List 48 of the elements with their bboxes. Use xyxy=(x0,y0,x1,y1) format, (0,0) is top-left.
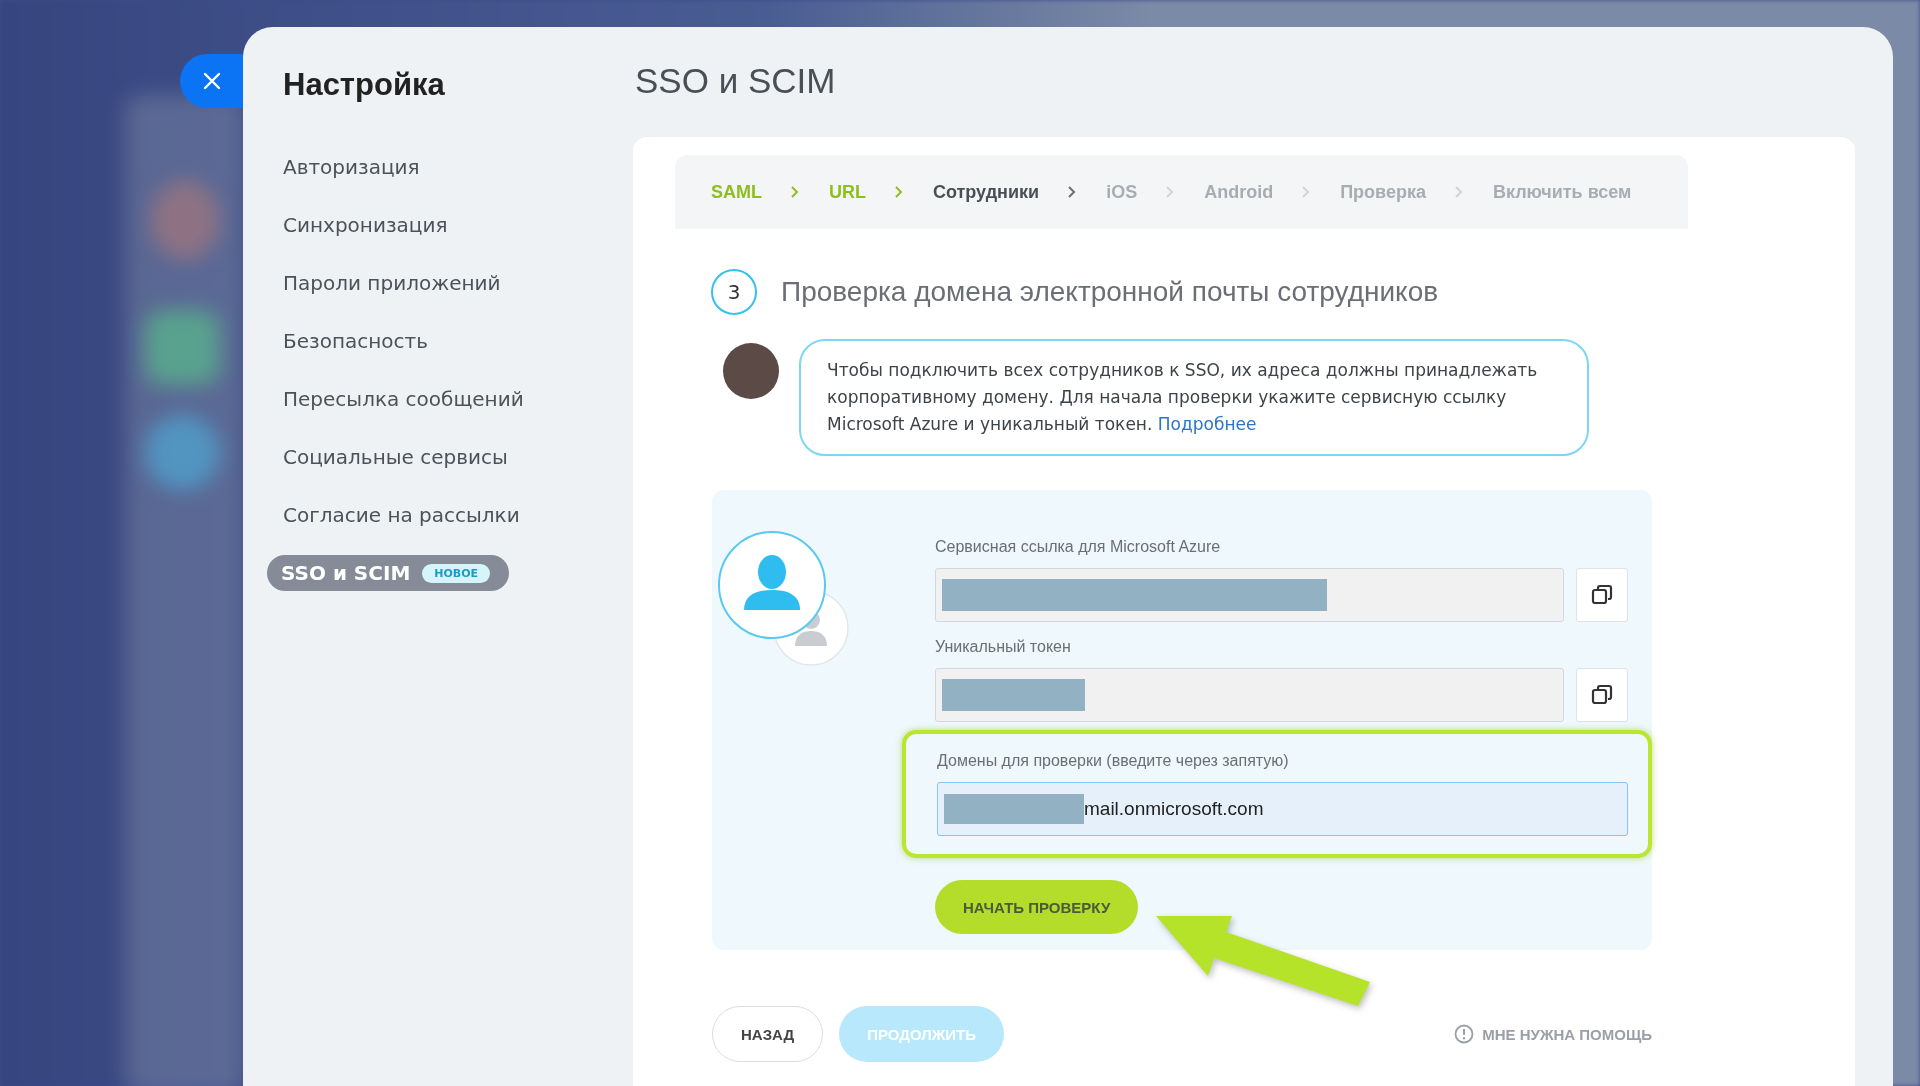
input-value: mail.onmicrosoft.com xyxy=(1084,798,1264,820)
chevron-icon xyxy=(894,185,903,199)
field-label: Сервисная ссылка для Microsoft Azure xyxy=(935,538,1222,556)
close-icon xyxy=(202,71,222,91)
sidebar-item-label: Синхронизация xyxy=(283,213,448,237)
copy-icon xyxy=(1591,584,1613,606)
close-button[interactable] xyxy=(180,54,243,108)
field-label: Домены для проверки (введите через запятую) xyxy=(937,752,1290,770)
domain-input[interactable]: mail.onmicrosoft.com xyxy=(937,782,1628,836)
sidebar-item[interactable]: Синхронизация xyxy=(267,207,464,243)
more-link[interactable]: Подробнее xyxy=(1157,414,1257,434)
sidebar-item[interactable]: Социальные сервисы xyxy=(267,439,524,475)
chevron-icon xyxy=(1067,185,1077,199)
chevron-icon xyxy=(1453,185,1463,199)
chevron-icon xyxy=(1165,185,1175,199)
sidebar-item-label: Безопасность xyxy=(283,329,428,353)
copy-button[interactable] xyxy=(1576,568,1628,622)
section-title: Проверка домена электронной почты сотрудников xyxy=(781,276,1439,308)
help-link[interactable]: МНЕ НУЖНА ПОМОЩЬ xyxy=(1454,1024,1652,1044)
copy-icon xyxy=(1591,684,1613,706)
warning-icon xyxy=(1454,1024,1475,1044)
sidebar-item-label: Пароли приложений xyxy=(283,271,501,295)
sidebar-item-label: Согласие на рассылки xyxy=(283,503,520,527)
sidebar-item[interactable]: Авторизация xyxy=(267,149,436,185)
sidebar-item[interactable]: SSO и SCIM НОВОЕ xyxy=(267,555,509,591)
new-badge: НОВОЕ xyxy=(422,563,491,583)
sidebar-item-label: Социальные сервисы xyxy=(283,445,508,469)
start-check-button[interactable]: НАЧАТЬ ПРОВЕРКУ xyxy=(935,880,1139,934)
hint-text: Чтобы подключить всех сотрудников к SSO, их адреса должны принадлежать корпоративному домену. Для начала проверки укажите сервисную ссылку Microsoft Azure и уникальный токен. Подробнее xyxy=(827,359,1539,436)
page-title: SSO и SCIM xyxy=(635,61,837,102)
readonly-field[interactable] xyxy=(935,668,1564,722)
copy-button[interactable] xyxy=(1576,668,1628,722)
sidebar-item[interactable]: Согласие на рассылки xyxy=(267,497,536,533)
sidebar-item-label: Авторизация xyxy=(283,155,420,179)
sidebar-title: Настройка xyxy=(283,67,446,103)
chevron-icon xyxy=(790,185,799,199)
sidebar-item[interactable]: Пересылка сообщений xyxy=(267,381,540,417)
back-button[interactable]: НАЗАД xyxy=(712,1006,824,1062)
avatar-placeholder xyxy=(723,343,779,399)
sidebar-item[interactable]: Безопасность xyxy=(267,323,444,359)
chevron-icon xyxy=(1301,185,1311,199)
sidebar-item[interactable]: Пароли приложений xyxy=(267,265,517,301)
readonly-field[interactable] xyxy=(935,568,1564,622)
step-link[interactable]: Сотрудники xyxy=(933,181,1040,203)
sidebar-item-label: SSO и SCIM xyxy=(281,561,411,585)
sidebar-item-label: Пересылка сообщений xyxy=(283,387,524,411)
field-label: Уникальный токен xyxy=(935,638,1072,656)
step-number: 3 xyxy=(711,269,757,315)
